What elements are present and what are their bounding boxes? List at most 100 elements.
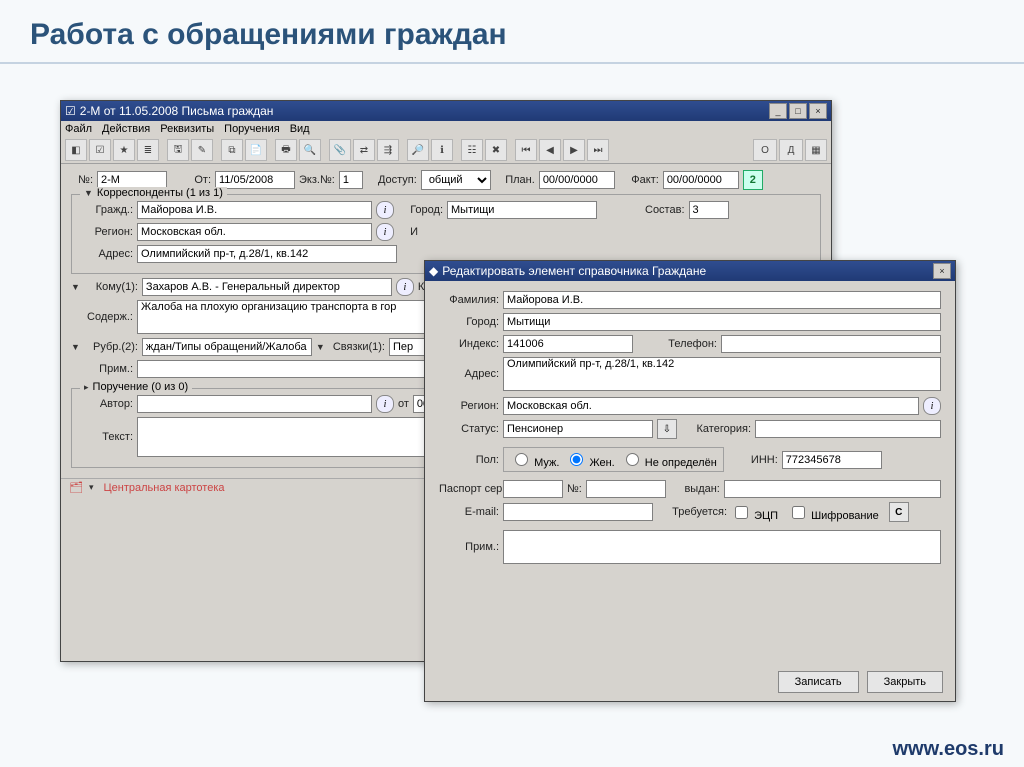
author-field[interactable] [137,395,372,413]
nav-prev-icon[interactable]: ◀ [539,139,561,161]
tb-o-button[interactable]: О [753,139,777,161]
nav-last-icon[interactable]: ⏭ [587,139,609,161]
tb-star-icon[interactable]: ★ [113,139,135,161]
info-icon-author[interactable]: i [376,395,394,413]
tb-edit-icon[interactable]: ✎ [191,139,213,161]
note-field[interactable] [137,360,437,378]
surname-field[interactable] [503,291,941,309]
tb-d-button[interactable]: Д [779,139,803,161]
tb-search-icon[interactable]: 🔎 [407,139,429,161]
d-address-field[interactable]: Олимпийский пр-т, д.28/1, кв.142 [503,357,941,391]
tb-attach-icon[interactable]: 📎 [329,139,351,161]
collapse-rubr-icon[interactable]: ▼ [71,342,80,352]
menu-actions[interactable]: Действия [102,123,150,135]
tb-card-icon[interactable]: ☷ [461,139,483,161]
region-field[interactable] [137,223,372,241]
maximize-button[interactable]: □ [789,103,807,119]
sex-female-radio[interactable]: Жен. [565,450,614,469]
tb-route-icon[interactable]: ⇶ [377,139,399,161]
plan-label: План. [495,174,535,186]
copy-field[interactable] [339,171,363,189]
sex-label: Пол: [439,454,499,466]
main-window-title: 2-М от 11.05.2008 Письма граждан [76,104,767,118]
tb-del-icon[interactable]: ✖ [485,139,507,161]
eds-checkbox[interactable]: ЭЦП [731,503,778,522]
count-badge[interactable]: 2 [743,170,763,190]
d-city-label: Город: [439,316,499,328]
nav-next-icon[interactable]: ▶ [563,139,585,161]
d-region-field[interactable] [503,397,919,415]
menu-tasks[interactable]: Поручения [224,123,280,135]
author-label: Автор: [78,398,133,410]
access-label: Доступ: [367,174,417,186]
status-label: Статус: [439,423,499,435]
minimize-button[interactable]: _ [769,103,787,119]
tb-extra-icon[interactable]: ▦ [805,139,827,161]
info-icon-2[interactable]: i [376,223,394,241]
tb-link-icon[interactable]: ⇄ [353,139,375,161]
tb-new-icon[interactable]: ◧ [65,139,87,161]
info-icon-whom[interactable]: i [396,278,414,296]
phone-field[interactable] [721,335,941,353]
dialog-close-button[interactable]: × [933,263,951,279]
content-field[interactable]: Жалоба на плохую организацию транспорта … [137,300,437,334]
status-collapse-icon[interactable]: ▾ [89,482,94,493]
tb-info-icon[interactable]: ℹ [431,139,453,161]
sostav-field[interactable] [689,201,729,219]
passport-issued-field[interactable] [724,480,941,498]
tb-copy-icon[interactable]: ⧉ [221,139,243,161]
passport-no-field[interactable] [586,480,666,498]
citizen-field[interactable] [137,201,372,219]
d-note-field[interactable] [503,530,941,564]
surname-label: Фамилия: [439,294,499,306]
edit-dialog: ◆ Редактировать элемент справочника Граж… [424,260,956,702]
task-text-field[interactable] [137,417,437,457]
category-field[interactable] [755,420,941,438]
tb-doc-icon[interactable]: ☑ [89,139,111,161]
fact-field[interactable] [663,171,739,189]
tb-paste-icon[interactable]: 📄 [245,139,267,161]
collapse-task-icon[interactable]: ▸ [84,382,89,392]
passport-series-field[interactable] [503,480,563,498]
status-field[interactable] [503,420,653,438]
nav-first-icon[interactable]: ⏮ [515,139,537,161]
fact-label: Факт: [619,174,659,186]
from-label: От: [171,174,211,186]
plan-field[interactable] [539,171,615,189]
close-button[interactable]: × [809,103,827,119]
address-field[interactable] [137,245,397,263]
c-button[interactable]: С [889,502,909,522]
sex-undef-radio[interactable]: Не определён [621,450,717,469]
menu-props[interactable]: Реквизиты [160,123,214,135]
city-field[interactable] [447,201,597,219]
inn-field[interactable] [782,451,882,469]
rubr-field[interactable] [142,338,312,356]
email-field[interactable] [503,503,653,521]
tb-save-icon[interactable]: 🖫 [167,139,189,161]
info-icon[interactable]: i [376,201,394,219]
encrypt-checkbox[interactable]: Шифрование [788,503,879,522]
d-address-label: Адрес: [439,368,499,380]
dialog-form: Фамилия: Город: Индекс: Телефон: Адрес: … [425,281,955,578]
d-note-label: Прим.: [439,541,499,553]
index-field[interactable] [503,335,633,353]
access-select[interactable]: общий [421,170,491,190]
info-icon-region[interactable]: i [923,397,941,415]
tb-preview-icon[interactable]: 🔍 [299,139,321,161]
collapse-icon[interactable]: ▼ [84,188,93,198]
main-titlebar: ☑ 2-М от 11.05.2008 Письма граждан _ □ × [61,101,831,121]
whom-field[interactable] [142,278,392,296]
tb-list-icon[interactable]: ≣ [137,139,159,161]
collapse-whom-icon[interactable]: ▼ [71,282,80,292]
tb-print-icon[interactable]: 🖶 [275,139,297,161]
sex-male-radio[interactable]: Муж. [510,450,559,469]
menu-view[interactable]: Вид [290,123,310,135]
status-pick-button[interactable]: ⇩ [657,419,677,439]
task-from-label: от [398,398,409,410]
menu-file[interactable]: Файл [65,123,92,135]
close-button-dialog[interactable]: Закрыть [867,671,943,693]
from-field[interactable] [215,171,295,189]
collapse-links-icon[interactable]: ▼ [316,342,325,352]
save-button[interactable]: Записать [778,671,859,693]
d-city-field[interactable] [503,313,941,331]
